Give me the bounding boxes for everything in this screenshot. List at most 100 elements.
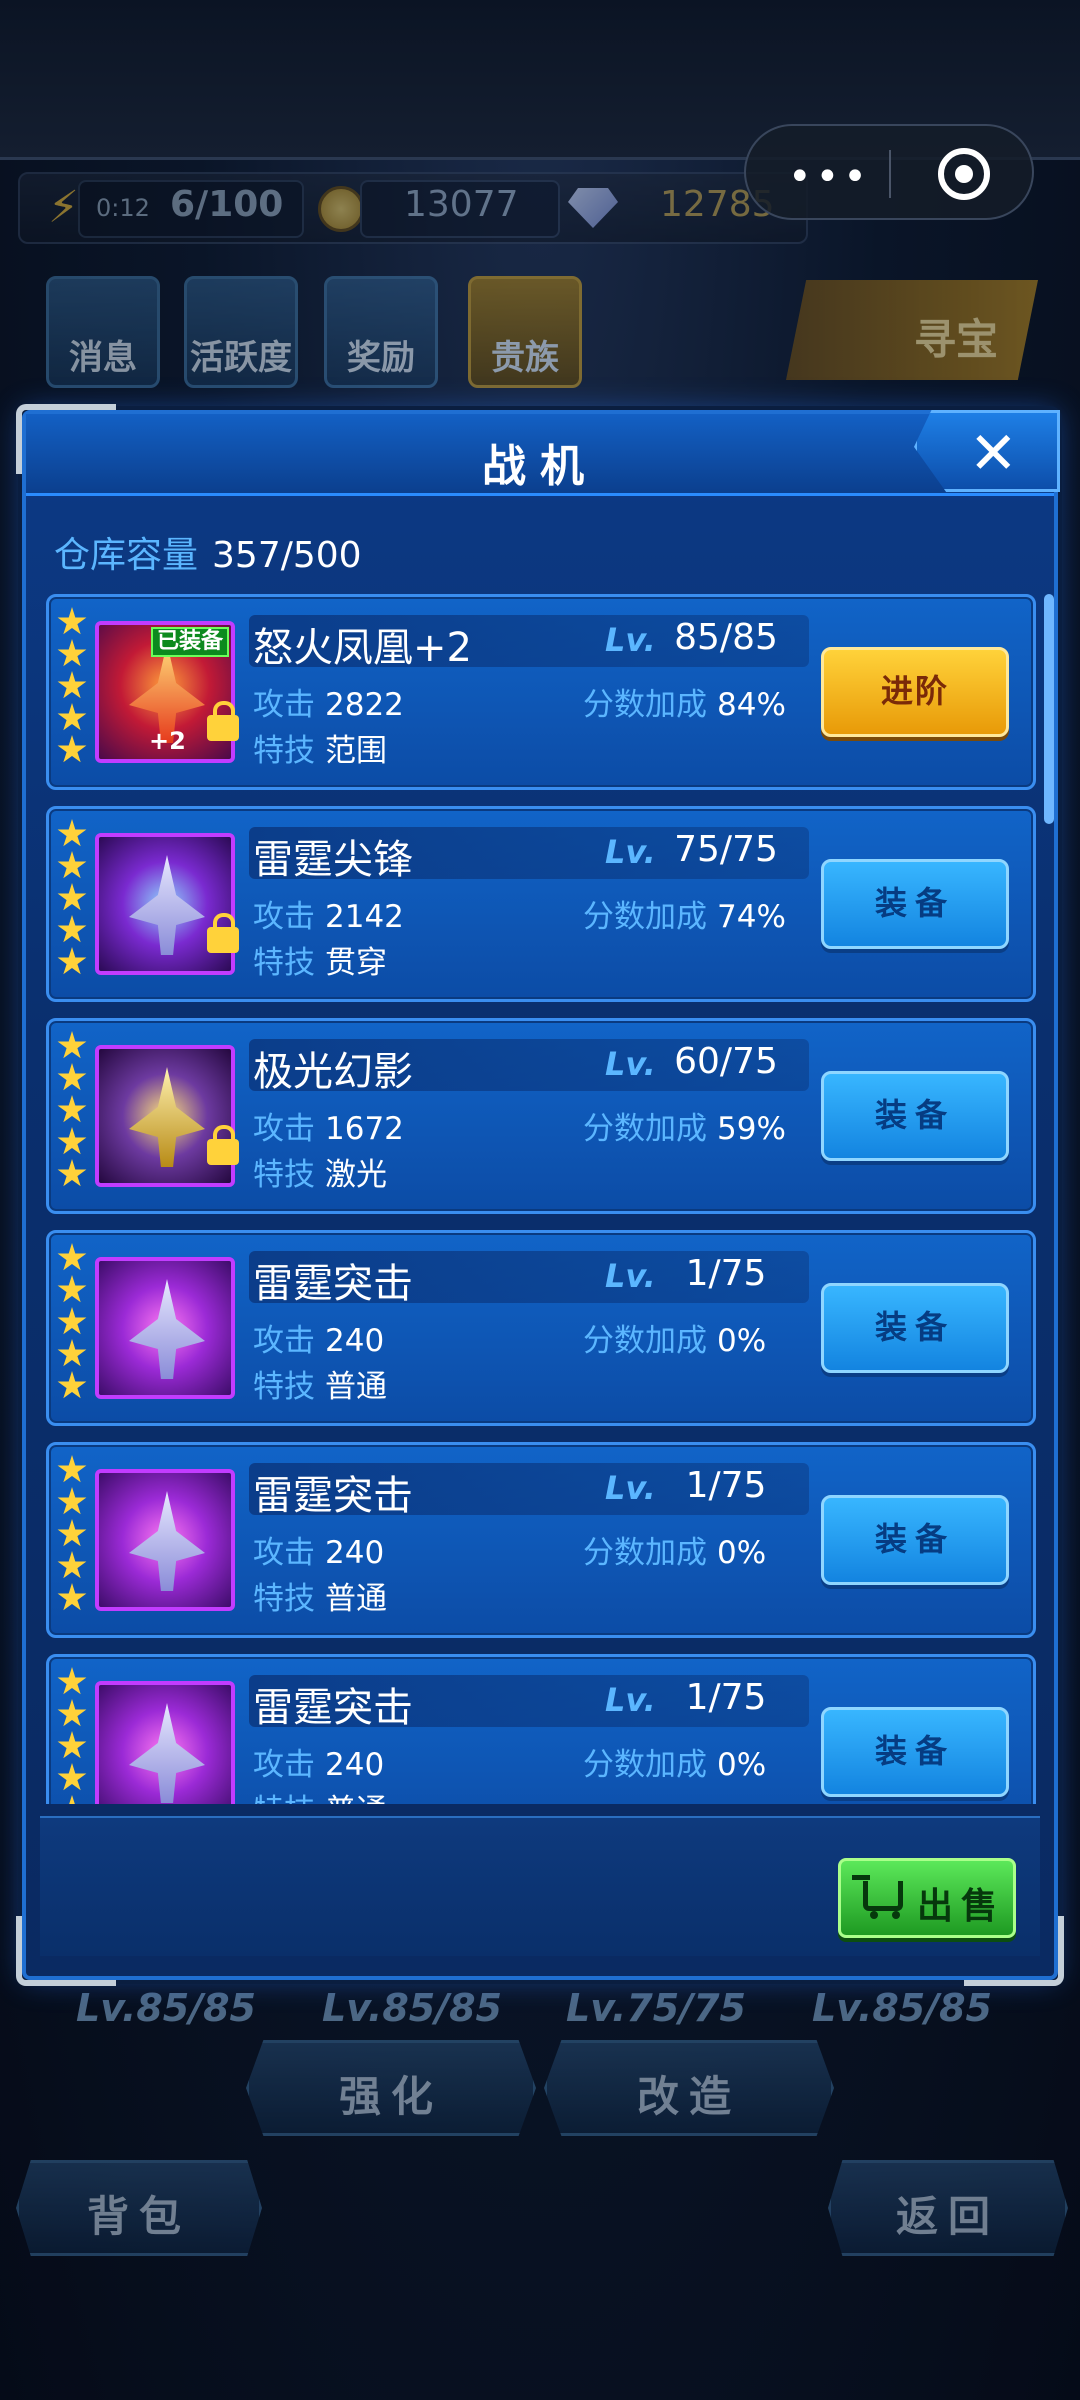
star-icon [57, 1095, 87, 1123]
activity-button[interactable]: 活跃度 [184, 276, 298, 388]
attack-stat: 攻击 240 [253, 1747, 385, 1783]
star-rating [57, 1031, 87, 1191]
skill-value: 普通 [325, 1369, 387, 1405]
star-icon [57, 1307, 87, 1335]
equip-button[interactable]: 装备 [821, 1071, 1009, 1161]
skill-stat: 特技 范围 [253, 733, 387, 769]
more-menu-button[interactable]: ••• [788, 154, 871, 200]
backpack-label: 背包 [86, 2192, 191, 2241]
coin-icon [318, 186, 364, 232]
attack-stat: 攻击 1672 [253, 1111, 404, 1147]
fighter-name: 雷霆尖锋 [253, 837, 413, 883]
star-rating [57, 1667, 87, 1804]
fighter-thumbnail[interactable] [95, 1257, 235, 1399]
dialog-header: 战机 [26, 414, 1054, 496]
mini-program-capsule: ••• [744, 124, 1034, 220]
level-label: Lv. [605, 1045, 656, 1083]
skill-stat: 特技普通 [253, 1581, 387, 1617]
star-icon [57, 1371, 87, 1399]
fighter-card[interactable]: 极光幻影 Lv. 60/75 攻击 1672 分数加成 59% 特技 激光 装备 [46, 1018, 1036, 1214]
star-icon [57, 1583, 87, 1611]
strengthen-button[interactable]: 强化 [246, 2040, 536, 2136]
nobility-button[interactable]: 贵族 [468, 276, 582, 388]
cart-icon [852, 1875, 903, 1919]
messages-button[interactable]: 消息 [46, 276, 160, 388]
bg-level-1: Lv.85/85 [76, 1986, 256, 2030]
attack-value: 240 [325, 1323, 385, 1359]
backpack-button[interactable]: 背包 [16, 2160, 262, 2256]
skill-value: 范围 [325, 733, 387, 769]
star-icon [57, 883, 87, 911]
fighter-list[interactable]: 已装备 +2 怒火凤凰+2 Lv. 85/85 攻击 2822 分数加成 84% 特技 范围 进阶 雷霆… [46, 592, 1046, 1804]
skill-value: 贯穿 [325, 945, 387, 981]
skill-value: 普通 [325, 1793, 387, 1804]
star-icon [57, 1243, 87, 1271]
nobility-label: 贵族 [491, 338, 559, 378]
fighter-card[interactable]: 雷霆突击 Lv. 1/75 攻击240 分数加成0% 特技普通 装备 [46, 1654, 1036, 1804]
attack-stat: 攻击 2822 [253, 687, 404, 723]
attack-stat: 攻击 240 [253, 1535, 385, 1571]
close-miniprogram-icon[interactable] [938, 148, 990, 200]
fighter-plane-icon [129, 1067, 205, 1167]
bg-level-3: Lv.75/75 [566, 1986, 746, 2030]
fighter-plane-icon [129, 1491, 205, 1591]
star-rating [57, 1243, 87, 1403]
equipped-badge: 已装备 [150, 627, 229, 657]
star-icon [57, 639, 87, 667]
star-icon [57, 915, 87, 943]
skill-stat: 特技 贯穿 [253, 945, 387, 981]
gem-icon [568, 188, 618, 228]
fighter-name: 雷霆突击 [253, 1685, 413, 1731]
fighter-thumbnail[interactable] [95, 1469, 235, 1611]
equip-button[interactable]: 装备 [821, 1707, 1009, 1797]
star-icon [57, 1763, 87, 1791]
activity-label: 活跃度 [190, 338, 292, 378]
attack-value: 240 [325, 1535, 385, 1571]
fighter-thumbnail[interactable] [95, 1045, 235, 1187]
equip-button[interactable]: 装备 [821, 1283, 1009, 1373]
star-icon [57, 1275, 87, 1303]
level-label: Lv. [605, 1681, 656, 1719]
attack-stat: 攻击 240 [253, 1323, 385, 1359]
coin-count: 13077 [404, 184, 519, 225]
level-label: Lv. [605, 833, 656, 871]
lock-icon[interactable] [207, 1125, 239, 1165]
star-rating [57, 607, 87, 767]
fighter-thumbnail[interactable] [95, 1681, 235, 1804]
lock-icon[interactable] [207, 913, 239, 953]
capacity-value: 357/500 [212, 535, 362, 576]
modify-button[interactable]: 改造 [544, 2040, 834, 2136]
equip-button[interactable]: 装备 [821, 1495, 1009, 1585]
advance-button[interactable]: 进阶 [821, 647, 1009, 737]
list-scrollbar[interactable] [1044, 594, 1054, 824]
fighter-card[interactable]: 雷霆突击 Lv. 1/75 攻击240 分数加成0% 特技普通 装备 [46, 1230, 1036, 1426]
fighter-card[interactable]: 雷霆突击 Lv. 1/75 攻击240 分数加成0% 特技普通 装备 [46, 1442, 1036, 1638]
bonus-stat: 分数加成 0% [583, 1323, 767, 1359]
treasure-button[interactable]: 寻宝 [786, 280, 1038, 380]
level-value: 1/75 [685, 1253, 767, 1294]
star-icon [57, 1339, 87, 1367]
level-label: Lv. [605, 621, 656, 659]
star-icon [57, 703, 87, 731]
lock-icon[interactable] [207, 701, 239, 741]
skill-stat: 特技普通 [253, 1785, 387, 1804]
bonus-value: 59% [717, 1111, 786, 1147]
bonus-value: 74% [717, 899, 786, 935]
capacity-label: 仓库容量 [54, 535, 199, 576]
fighter-thumbnail[interactable] [95, 833, 235, 975]
fighter-thumbnail[interactable]: 已装备 +2 [95, 621, 235, 763]
rewards-button[interactable]: 奖励 [324, 276, 438, 388]
fighter-name: 雷霆突击 [253, 1261, 413, 1307]
dialog-title: 战机 [482, 441, 598, 492]
skill-value: 激光 [325, 1157, 387, 1193]
fighter-name: 雷霆突击 [253, 1473, 413, 1519]
bg-level-2: Lv.85/85 [322, 1986, 502, 2030]
back-button[interactable]: 返回 [828, 2160, 1068, 2256]
level-label: Lv. [605, 1469, 656, 1507]
sell-button[interactable]: 出售 [838, 1858, 1016, 1938]
messages-label: 消息 [69, 338, 137, 378]
star-icon [57, 1551, 87, 1579]
equip-button[interactable]: 装备 [821, 859, 1009, 949]
fighter-card[interactable]: 已装备 +2 怒火凤凰+2 Lv. 85/85 攻击 2822 分数加成 84% 特技 范围 进阶 [46, 594, 1036, 790]
fighter-card[interactable]: 雷霆尖锋 Lv. 75/75 攻击 2142 分数加成 74% 特技 贯穿 装备 [46, 806, 1036, 1002]
